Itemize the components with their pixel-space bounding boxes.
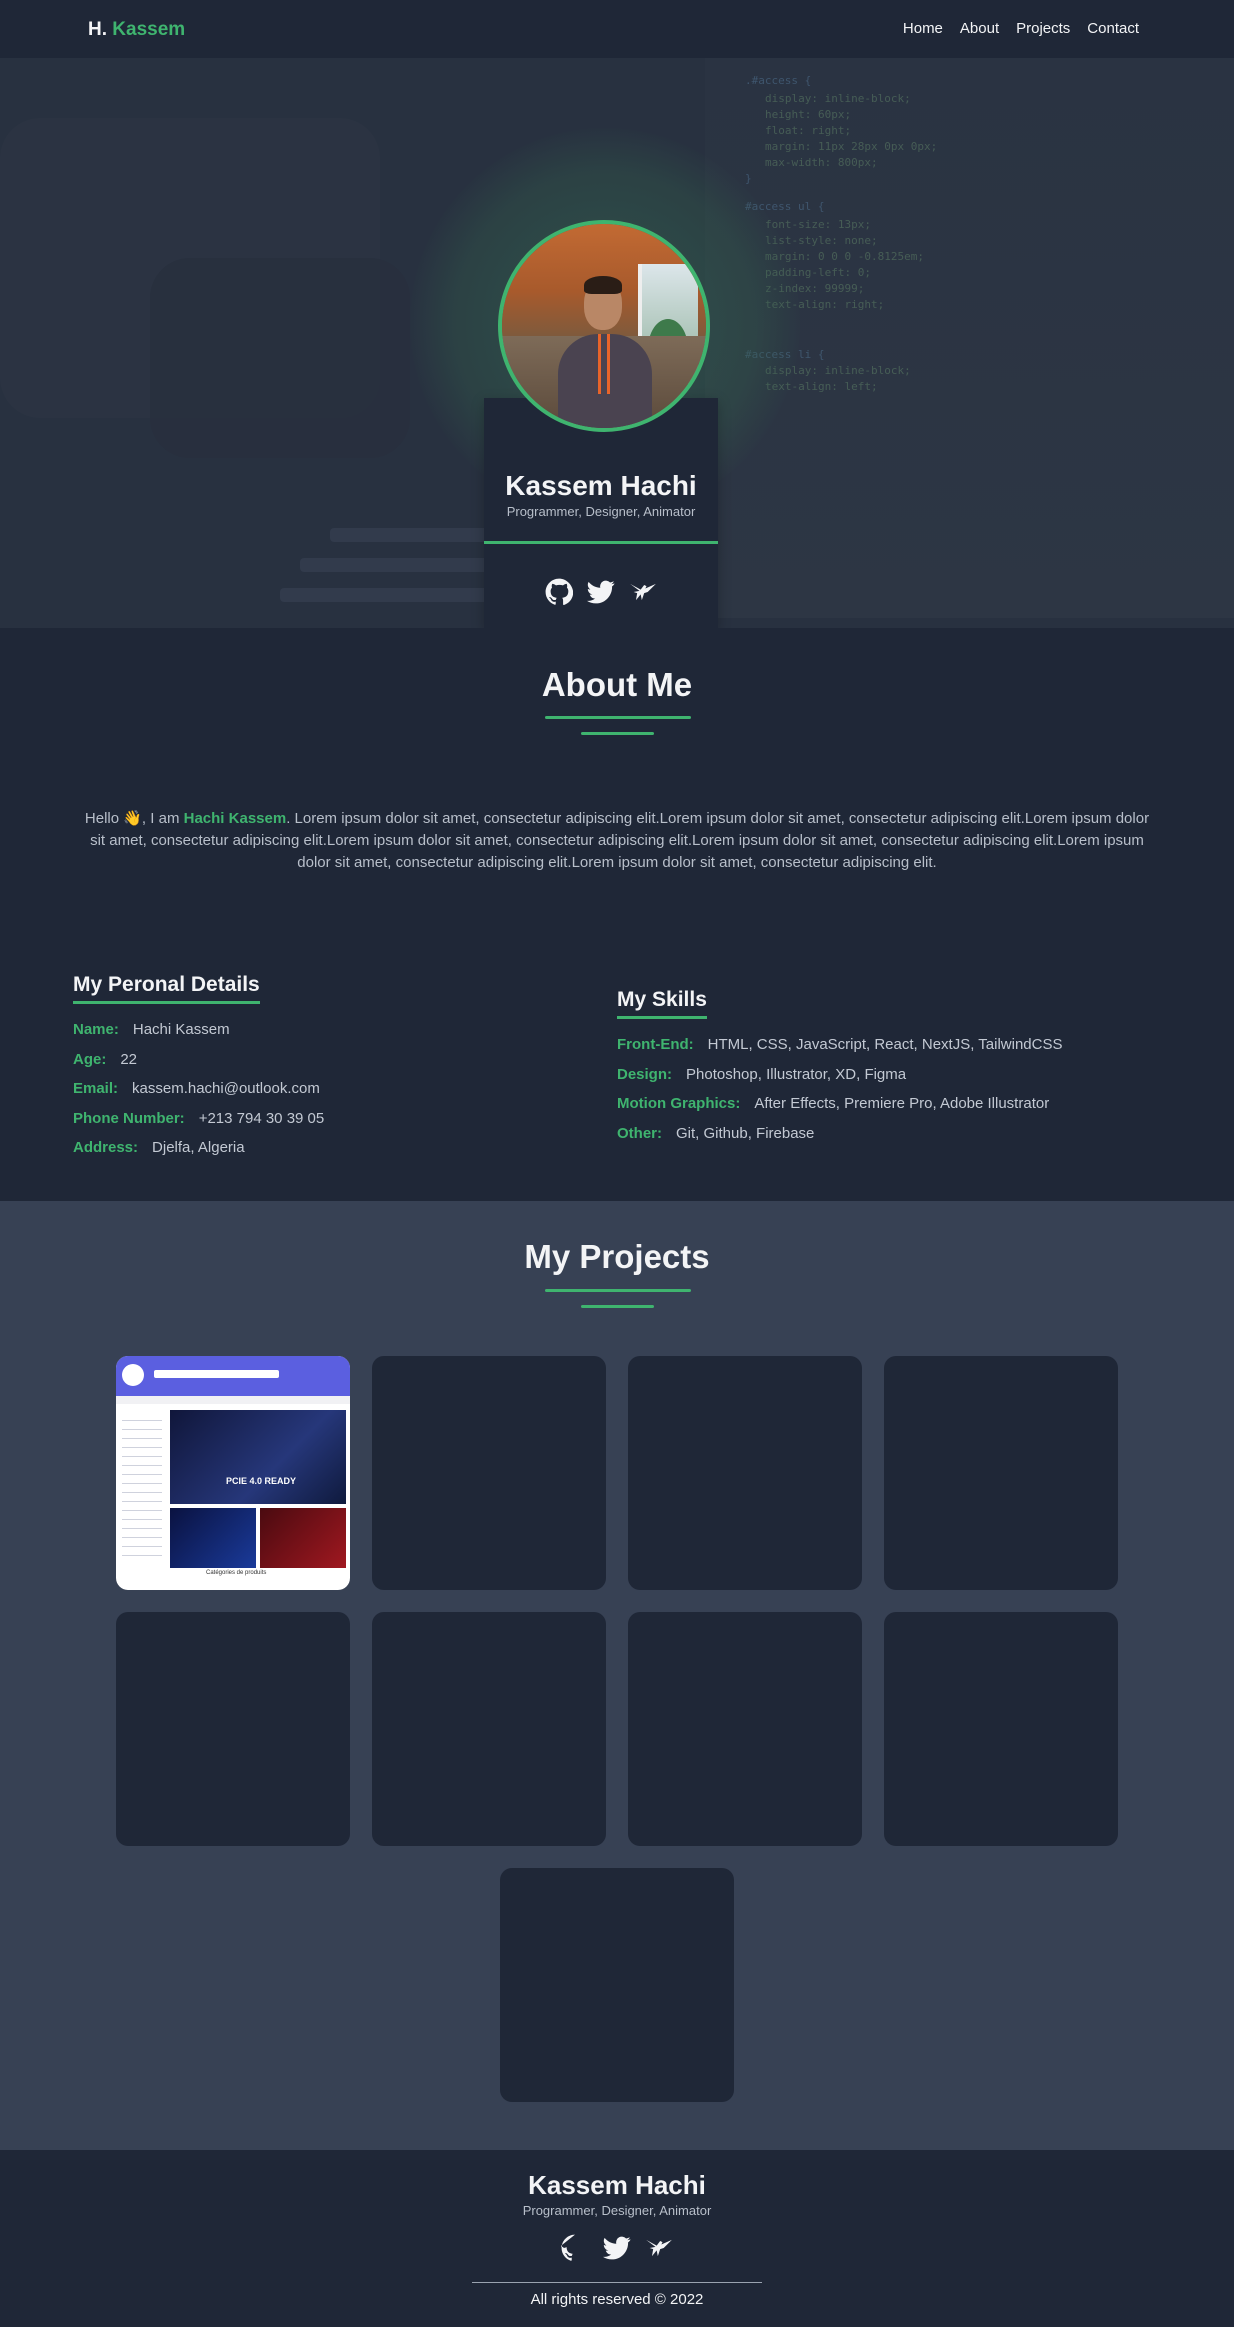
- detail-row-name: Name: Hachi Kassem: [73, 1021, 230, 1038]
- detail-value: +213 794 30 39 05: [198, 1110, 325, 1127]
- skill-value: After Effects, Premiere Pro, Adobe Illus…: [754, 1095, 1050, 1112]
- about-underline-short: [581, 732, 654, 735]
- footer-divider: [472, 2282, 762, 2283]
- profile-card: Kassem Hachi Programmer, Designer, Anima…: [484, 398, 718, 628]
- twitter-icon[interactable]: [603, 2234, 631, 2262]
- project-card[interactable]: PCIE 4.0 READY Catégories de produits: [116, 1356, 350, 1590]
- brand-name: Kassem: [112, 19, 186, 40]
- detail-row-address: Address: Djelfa, Algeria: [73, 1139, 245, 1156]
- project-footer-text: Catégories de produits: [206, 1570, 267, 1576]
- project-card[interactable]: [628, 1356, 862, 1590]
- about-greeting: Hello 👋, I am: [84, 810, 180, 827]
- skills-title: My Skills: [617, 988, 707, 1019]
- detail-value: kassem.hachi@outlook.com: [132, 1080, 320, 1097]
- nav-about[interactable]: About: [960, 20, 999, 37]
- about-title: About Me: [541, 666, 693, 703]
- projects-underline: [545, 1289, 691, 1292]
- skill-row-motion: Motion Graphics: After Effects, Premiere …: [617, 1095, 1049, 1112]
- footer-role: Programmer, Designer, Animator: [522, 2203, 712, 2218]
- navbar: H. Kassem Home About Projects Contact: [0, 0, 1234, 58]
- detail-label: Address:: [73, 1139, 139, 1156]
- footer: Kassem Hachi Programmer, Designer, Anima…: [0, 2150, 1234, 2327]
- profile-photo: [498, 220, 710, 432]
- footer-social-links: [0, 2234, 1234, 2262]
- about-name: Hachi Kassem: [183, 810, 287, 827]
- skill-label: Design:: [617, 1066, 673, 1083]
- github-icon[interactable]: [561, 2234, 589, 2262]
- skill-label: Front-End:: [617, 1036, 694, 1053]
- projects-section: My Projects PCIE 4.0 READY Catégories de…: [0, 1201, 1234, 2150]
- project-card[interactable]: [116, 1612, 350, 1846]
- detail-value: 22: [120, 1051, 138, 1068]
- project-screenshot: PCIE 4.0 READY Catégories de produits: [116, 1356, 350, 1590]
- projects-title: My Projects: [524, 1238, 710, 1275]
- project-card[interactable]: [372, 1612, 606, 1846]
- hero-section: .#access { display: inline-block; height…: [0, 58, 1234, 628]
- skill-row-other: Other: Git, Github, Firebase: [617, 1125, 814, 1142]
- nav-contact[interactable]: Contact: [1087, 20, 1139, 37]
- hummingbird-icon[interactable]: [629, 578, 657, 606]
- detail-label: Email:: [73, 1080, 119, 1097]
- skill-label: Other:: [617, 1125, 662, 1142]
- detail-row-age: Age: 22: [73, 1051, 137, 1068]
- hummingbird-icon[interactable]: [645, 2234, 673, 2262]
- nav-projects[interactable]: Projects: [1016, 20, 1070, 37]
- skill-row-frontend: Front-End: HTML, CSS, JavaScript, React, …: [617, 1036, 1062, 1053]
- footer-copyright: All rights reserved © 2022: [530, 2291, 704, 2308]
- skill-label: Motion Graphics:: [617, 1095, 741, 1112]
- hero-role: Programmer, Designer, Animator: [506, 504, 696, 519]
- footer-name: Kassem Hachi: [528, 2170, 706, 2200]
- skill-value: Photoshop, Illustrator, XD, Figma: [686, 1066, 907, 1083]
- project-card[interactable]: [500, 1868, 734, 2102]
- project-banner-text: PCIE 4.0 READY: [226, 1476, 297, 1486]
- detail-label: Phone Number:: [73, 1110, 185, 1127]
- detail-row-email: Email: kassem.hachi@outlook.com: [73, 1080, 320, 1097]
- about-paragraph: Hello 👋, I am Hachi Kassem. Lorem ipsum …: [80, 808, 1154, 874]
- projects-underline-short: [581, 1305, 654, 1308]
- hero-name: Kassem Hachi: [505, 470, 697, 501]
- brand-prefix: H.: [88, 19, 107, 40]
- detail-value: Djelfa, Algeria: [152, 1139, 245, 1156]
- detail-label: Age:: [73, 1051, 107, 1068]
- background-laptop-shape: [150, 258, 410, 458]
- skill-row-design: Design: Photoshop, Illustrator, XD, Figma: [617, 1066, 906, 1083]
- nav-home[interactable]: Home: [903, 20, 943, 37]
- project-card[interactable]: [884, 1356, 1118, 1590]
- details-title: My Peronal Details: [73, 973, 260, 1004]
- project-card[interactable]: [628, 1612, 862, 1846]
- hero-social-links: [484, 578, 718, 606]
- detail-value: Hachi Kassem: [132, 1021, 230, 1038]
- nav-links: Home About Projects Contact: [903, 20, 1139, 37]
- card-divider: [484, 541, 718, 544]
- skill-value: Git, Github, Firebase: [676, 1125, 815, 1142]
- project-card[interactable]: [884, 1612, 1118, 1846]
- detail-label: Name:: [73, 1021, 119, 1038]
- brand-logo[interactable]: H. Kassem: [88, 19, 185, 41]
- about-underline: [545, 716, 691, 719]
- github-icon[interactable]: [545, 578, 573, 606]
- skill-value: HTML, CSS, JavaScript, React, NextJS, Ta…: [707, 1036, 1063, 1053]
- project-card[interactable]: [372, 1356, 606, 1590]
- detail-row-phone: Phone Number: +213 794 30 39 05: [73, 1110, 324, 1127]
- twitter-icon[interactable]: [587, 578, 615, 606]
